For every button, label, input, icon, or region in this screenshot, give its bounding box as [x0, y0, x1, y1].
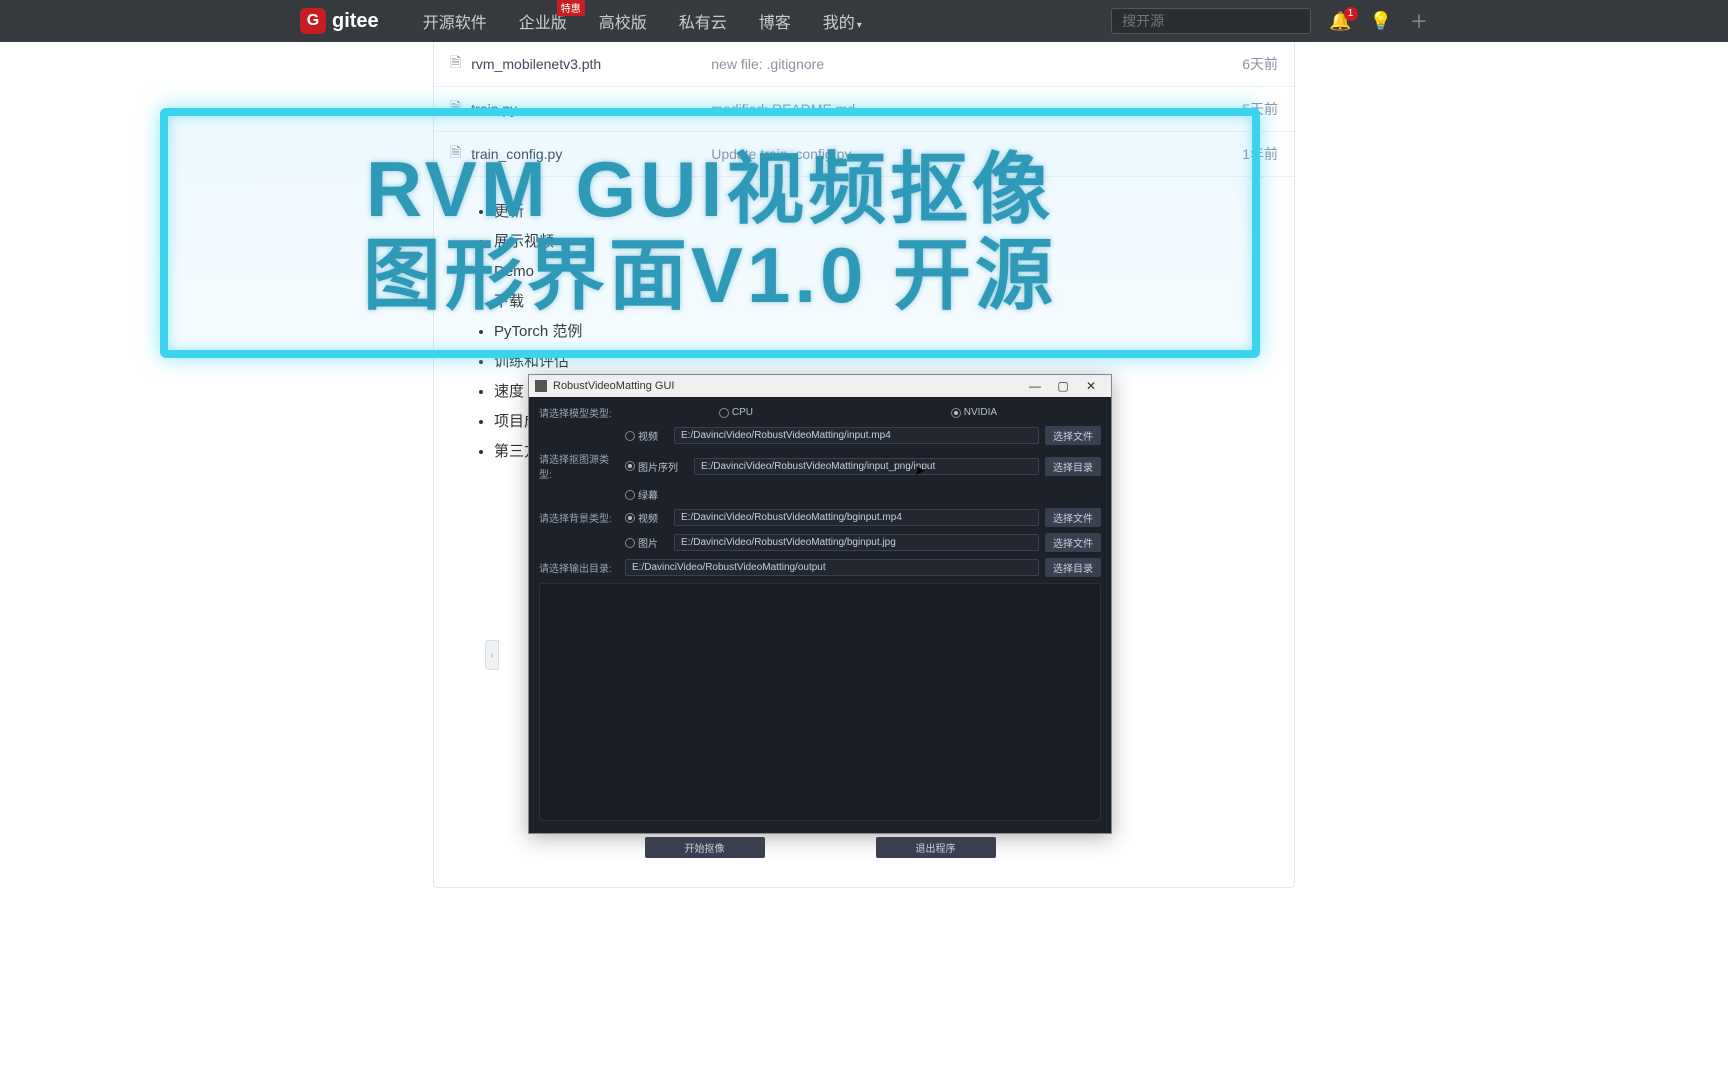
minimize-icon[interactable]: —: [1021, 379, 1049, 393]
window-title: RobustVideoMatting GUI: [553, 380, 674, 392]
input-bg-img[interactable]: [674, 534, 1039, 551]
start-button[interactable]: 开始抠像: [645, 837, 765, 858]
notify-count: 1: [1344, 7, 1358, 21]
nav-opensource[interactable]: 开源软件: [423, 9, 487, 33]
app-icon: [535, 380, 547, 392]
choose-dir-button[interactable]: 选择目录: [1045, 558, 1101, 577]
log-area: [539, 583, 1101, 821]
title-banner: RVM GUI视频抠像 图形界面V1.0 开源: [160, 108, 1260, 358]
bulb-icon[interactable]: 💡: [1370, 11, 1392, 32]
input-src-video[interactable]: [674, 427, 1039, 444]
label-source-type: 请选择抠图源类型:: [539, 451, 619, 481]
radio-nvidia[interactable]: NVIDIA: [951, 407, 997, 418]
search-input[interactable]: [1111, 8, 1311, 34]
window-titlebar[interactable]: RobustVideoMatting GUI — ▢ ✕: [529, 375, 1111, 397]
input-bg-video[interactable]: [674, 509, 1039, 526]
label-output: 请选择输出目录:: [539, 560, 619, 575]
logo-text: gitee: [332, 10, 379, 33]
choose-file-button[interactable]: 选择文件: [1045, 533, 1101, 552]
input-src-imgseq[interactable]: [694, 458, 1039, 475]
file-name[interactable]: rvm_mobilenetv3.pth: [471, 56, 711, 72]
radio-cpu[interactable]: CPU: [719, 407, 753, 418]
input-output[interactable]: [625, 559, 1039, 576]
label-model-type: 请选择模型类型:: [539, 405, 619, 420]
exit-button[interactable]: 退出程序: [876, 837, 996, 858]
radio-bg-img[interactable]: 图片: [625, 535, 658, 550]
nav-mine[interactable]: 我的▾: [823, 9, 862, 33]
radio-greenscreen[interactable]: 绿幕: [625, 487, 658, 502]
enterprise-badge: 特惠: [557, 0, 585, 16]
choose-dir-button[interactable]: 选择目录: [1045, 457, 1101, 476]
plus-icon[interactable]: ＋: [1410, 8, 1428, 34]
commit-msg: new file: .gitignore: [711, 56, 1198, 72]
chevron-down-icon: ▾: [857, 20, 862, 31]
choose-file-button[interactable]: 选择文件: [1045, 426, 1101, 445]
nav-blog[interactable]: 博客: [759, 9, 791, 33]
file-icon: 🗎: [450, 52, 461, 76]
nav-education[interactable]: 高校版: [599, 9, 647, 33]
radio-bg-video[interactable]: 视频: [625, 510, 658, 525]
nav-enterprise[interactable]: 企业版 特惠: [519, 9, 567, 33]
top-nav: G gitee 开源软件 企业版 特惠 高校版 私有云 博客 我的▾ 🔔1 💡 …: [0, 0, 1728, 42]
bell-icon[interactable]: 🔔1: [1329, 11, 1351, 32]
close-icon[interactable]: ✕: [1077, 379, 1105, 393]
radio-src-imgseq[interactable]: 图片序列: [625, 459, 678, 474]
choose-file-button[interactable]: 选择文件: [1045, 508, 1101, 527]
logo[interactable]: G gitee: [300, 8, 379, 34]
banner-line1: RVM GUI视频抠像: [366, 147, 1054, 233]
maximize-icon[interactable]: ▢: [1049, 379, 1077, 393]
rvm-gui-window: RobustVideoMatting GUI — ▢ ✕ 请选择模型类型: CP…: [528, 374, 1112, 834]
nav-enterprise-label: 企业版: [519, 15, 567, 32]
label-bg-type: 请选择背景类型:: [539, 510, 619, 525]
commit-time: 6天前: [1198, 54, 1278, 74]
mouse-cursor-icon: ➤: [914, 462, 926, 479]
gitee-logo-icon: G: [300, 8, 326, 34]
file-row[interactable]: 🗎 rvm_mobilenetv3.pth new file: .gitigno…: [434, 42, 1294, 87]
drawer-handle-icon[interactable]: ‹: [485, 640, 499, 670]
banner-line2: 图形界面V1.0 开源: [363, 233, 1057, 319]
radio-src-video[interactable]: 视频: [625, 428, 658, 443]
nav-mine-label: 我的: [823, 15, 855, 32]
nav-private-cloud[interactable]: 私有云: [679, 9, 727, 33]
